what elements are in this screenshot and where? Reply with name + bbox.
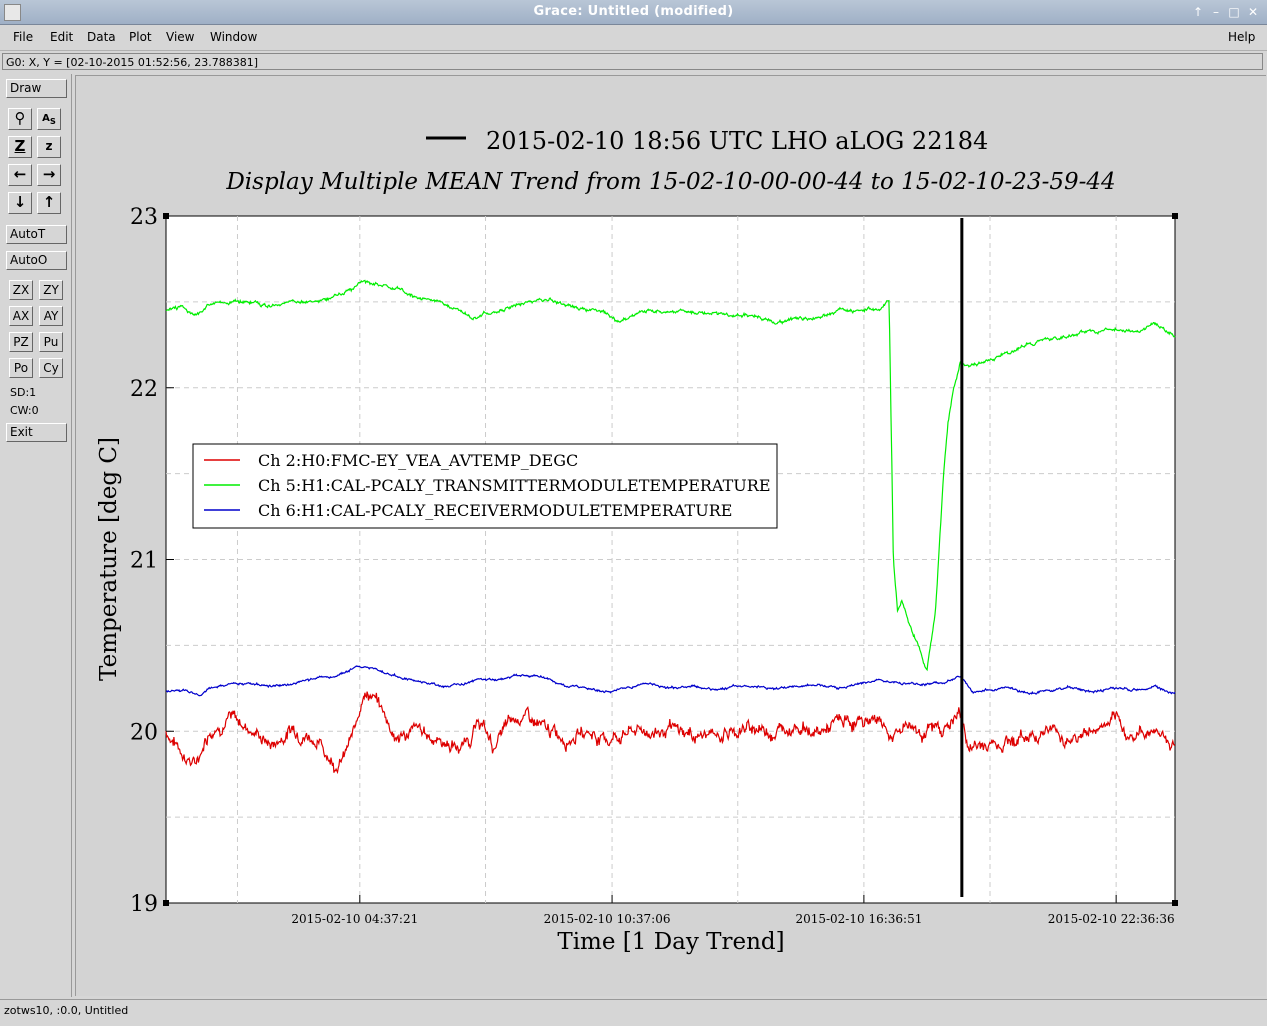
menu-view[interactable]: View [166,30,194,44]
x-tick-label: 2015-02-10 04:37:21 [291,912,418,926]
exit-button[interactable]: Exit [6,423,67,442]
current-world-label: CW:0 [10,404,39,417]
autoscale-text-icon[interactable]: AS [37,108,61,130]
corner-handle-br [1172,900,1178,906]
legend-entry-3: Ch 6:H1:CAL-PCALY_RECEIVERMODULETEMPERAT… [258,501,732,520]
corner-handle-tr [1172,213,1178,219]
locator-readout: G0: X, Y = [02-10-2015 01:52:56, 23.7883… [2,53,1263,70]
x-tick-label: 2015-02-10 22:36:36 [1048,912,1175,926]
zoom-in-icon[interactable]: Z [8,136,32,158]
help-window-icon[interactable]: ↑ [1190,4,1206,20]
set-depth-label: SD:1 [10,386,37,399]
draw-button[interactable]: Draw [6,79,67,98]
trend-chart[interactable]: 2015-02-10 18:56 UTC LHO aLOG 22184 Disp… [76,76,1266,996]
scroll-down-icon[interactable]: ↓ [8,192,32,214]
legend-entry-1: Ch 2:H0:FMC-EY_VEA_AVTEMP_DEGC [258,451,578,470]
po-button[interactable]: Po [9,358,33,378]
y-tick-label: 20 [130,720,158,745]
window-title: Grace: Untitled (modified) [533,4,734,19]
pz-button[interactable]: PZ [9,332,33,352]
legend-entry-2: Ch 5:H1:CAL-PCALY_TRANSMITTERMODULETEMPE… [258,476,771,495]
y-tick-label: 19 [130,892,158,917]
zy-button[interactable]: ZY [39,280,63,300]
zoom-out-icon[interactable]: z [37,136,61,158]
y-tick-label: 21 [130,549,158,574]
cy-button[interactable]: Cy [39,358,63,378]
scroll-right-icon[interactable]: → [37,164,61,186]
menu-window[interactable]: Window [210,30,257,44]
menu-edit[interactable]: Edit [50,30,73,44]
x-axis-label: Time [1 Day Trend] [557,929,784,955]
zoom-magnifier-icon[interactable]: ⚲ [8,108,32,130]
minimize-icon[interactable]: – [1208,4,1224,20]
menu-bar: File Edit Data Plot View Window Help [0,25,1267,51]
chart-title: 2015-02-10 18:56 UTC LHO aLOG 22184 [486,127,988,155]
autoo-button[interactable]: AutoO [6,251,67,270]
y-tick-label: 22 [130,377,158,402]
status-bar: zotws10, :0.0, Untitled [0,999,1267,1026]
ay-button[interactable]: AY [39,306,63,326]
menu-file[interactable]: File [13,30,33,44]
maximize-icon[interactable]: □ [1226,4,1242,20]
status-text: zotws10, :0.0, Untitled [4,1004,129,1017]
plot-canvas[interactable]: 2015-02-10 18:56 UTC LHO aLOG 22184 Disp… [75,75,1266,996]
toolbox-panel: Draw ⚲ AS Z z ← → ↓ ↑ AutoT AutoO ZX ZY … [1,74,72,997]
scroll-left-icon[interactable]: ← [8,164,32,186]
window-titlebar: Grace: Untitled (modified) ↑ – □ ✕ [0,0,1267,25]
ax-button[interactable]: AX [9,306,33,326]
close-icon[interactable]: ✕ [1245,4,1261,20]
autot-button[interactable]: AutoT [6,225,67,244]
menu-plot[interactable]: Plot [129,30,152,44]
chart-subtitle: Display Multiple MEAN Trend from 15-02-1… [225,169,1115,195]
legend-box: Ch 2:H0:FMC-EY_VEA_AVTEMP_DEGC Ch 5:H1:CA… [192,443,778,529]
zx-button[interactable]: ZX [9,280,33,300]
menu-data[interactable]: Data [87,30,116,44]
pu-button[interactable]: Pu [39,332,63,352]
y-tick-label: 23 [130,205,158,230]
menu-help[interactable]: Help [1228,30,1255,44]
scroll-up-icon[interactable]: ↑ [37,192,61,214]
x-tick-label: 2015-02-10 16:36:51 [795,912,922,926]
y-axis-label: Temperature [deg C] [96,437,122,681]
x-tick-label: 2015-02-10 10:37:06 [544,912,671,926]
